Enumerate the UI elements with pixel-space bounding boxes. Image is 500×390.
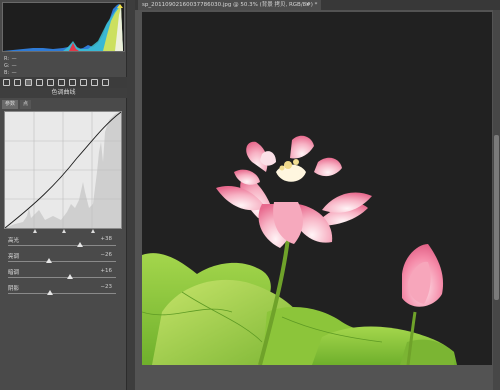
slider-label: 亮调 — [8, 254, 20, 260]
info-value: — — [11, 70, 17, 76]
tone-curve-svg — [4, 111, 122, 229]
histogram-graph — [3, 3, 124, 51]
slider-shadows: 阴影 −23 — [4, 284, 122, 300]
slider-track[interactable] — [8, 277, 116, 278]
slider-value[interactable]: +38 — [100, 236, 112, 242]
info-row-g: G: — — [4, 63, 17, 69]
adjustment-toolbar — [0, 77, 127, 88]
slider-label: 阴影 — [8, 286, 20, 292]
slider-highlights: 高光 +38 — [4, 236, 122, 252]
lotus-photo — [142, 12, 492, 365]
slider-label: 暗调 — [8, 270, 20, 276]
vibrance-icon[interactable] — [47, 79, 54, 86]
black-white-icon[interactable] — [80, 79, 87, 86]
photo-filter-icon[interactable] — [91, 79, 98, 86]
slider-value[interactable]: −26 — [100, 252, 112, 258]
slider-track[interactable] — [8, 245, 116, 246]
tone-curve-graph[interactable] — [4, 111, 122, 233]
slider-lights: 亮调 −26 — [4, 252, 122, 268]
document-tab-bar: sp_20110902160037786030.jpg @ 50.3% (背景 … — [135, 0, 500, 10]
close-tab-icon[interactable]: × — [305, 1, 310, 8]
slider-thumb[interactable] — [66, 274, 73, 279]
info-value: — — [11, 63, 17, 69]
slider-track[interactable] — [8, 261, 116, 262]
image-canvas[interactable] — [142, 12, 492, 365]
info-row-r: R: — — [4, 56, 17, 62]
tab-parametric[interactable]: 参数 — [2, 100, 19, 109]
channel-mixer-icon[interactable] — [102, 79, 109, 86]
slider-darks: 暗调 +16 — [4, 268, 122, 284]
split-handle-2[interactable] — [62, 229, 66, 233]
app-window: { "document": { "tab_title": "sp_2011090… — [0, 0, 500, 390]
info-value: — — [11, 56, 17, 62]
vertical-scrollbar[interactable] — [493, 10, 500, 390]
info-label: B: — [4, 70, 10, 76]
curve-mode-tabs: 参数 点 — [2, 100, 32, 109]
scrollbar-thumb[interactable] — [494, 135, 499, 300]
split-handle-1[interactable] — [33, 229, 37, 233]
info-row-b: B: — — [4, 70, 17, 76]
slider-thumb[interactable] — [47, 290, 54, 295]
slider-value[interactable]: +16 — [100, 268, 112, 274]
adjustments-panel: R: — G: — B: — 色调曲线 参数 点 高光 +38 亮调 −26 暗… — [0, 0, 127, 390]
info-label: G: — [4, 63, 10, 69]
exposure-icon[interactable] — [36, 79, 43, 86]
curves-icon[interactable] — [25, 79, 32, 86]
levels-icon[interactable] — [14, 79, 21, 86]
info-label: R: — [4, 56, 10, 62]
panel-title: 色调曲线 — [0, 88, 127, 98]
document-tab[interactable]: sp_20110902160037786030.jpg @ 50.3% (背景 … — [138, 0, 322, 10]
slider-thumb[interactable] — [77, 242, 84, 247]
slider-label: 高光 — [8, 238, 20, 244]
slider-track[interactable] — [8, 293, 116, 294]
slider-value[interactable]: −23 — [100, 284, 112, 290]
brightness-contrast-icon[interactable] — [3, 79, 10, 86]
histogram-panel — [2, 2, 125, 52]
panel-divider[interactable] — [127, 0, 135, 390]
split-handle-3[interactable] — [91, 229, 95, 233]
hue-saturation-icon[interactable] — [58, 79, 65, 86]
tab-point[interactable]: 点 — [20, 100, 32, 109]
slider-thumb[interactable] — [46, 258, 53, 263]
color-balance-icon[interactable] — [69, 79, 76, 86]
clip-warning-icon[interactable] — [117, 4, 123, 8]
